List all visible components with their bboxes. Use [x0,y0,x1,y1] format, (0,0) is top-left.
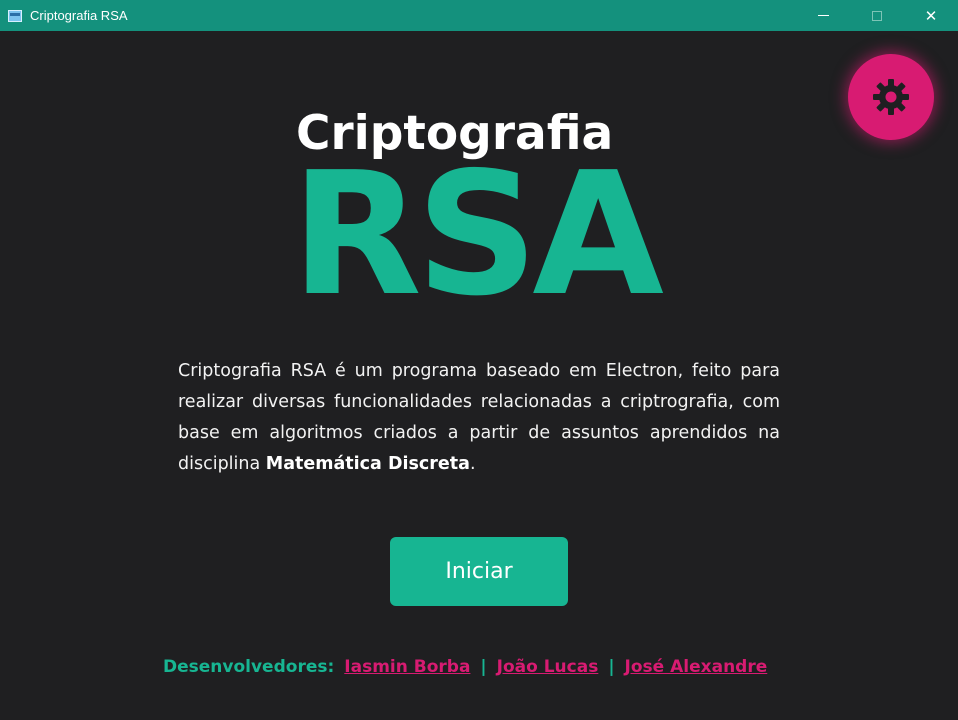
description-text: Criptografia RSA é um programa baseado e… [178,356,780,480]
developers-footer: Desenvolvedores: Iasmin Borba | João Luc… [163,657,767,677]
window-controls: ✕ [796,0,958,31]
window-title: Criptografia RSA [30,8,128,23]
gear-icon [873,79,909,115]
developers-label: Desenvolvedores: [163,657,335,677]
title-bar[interactable]: Criptografia RSA ✕ [0,0,958,31]
hero-title-big: RSA [291,136,664,334]
developer-link-iasmin[interactable]: Iasmin Borba [344,657,470,677]
maximize-button[interactable] [850,0,904,31]
close-icon: ✕ [924,6,938,25]
description-end: . [469,454,476,474]
description-bold: Matemática Discreta [265,454,470,474]
start-button[interactable]: Iniciar [390,537,568,606]
folder-window-icon [8,9,22,22]
developer-link-joao[interactable]: João Lucas [497,657,599,677]
footer-separator: | [608,657,615,677]
minimize-icon [817,15,829,16]
settings-button[interactable] [848,54,934,140]
close-button[interactable]: ✕ [904,0,958,31]
minimize-button[interactable] [796,0,850,31]
maximize-icon [872,10,882,21]
app-window: Criptografia RSA ✕ Criptografia RSA Crip… [0,0,958,720]
footer-separator: | [480,657,487,677]
developer-link-jose[interactable]: José Alexandre [625,657,768,677]
